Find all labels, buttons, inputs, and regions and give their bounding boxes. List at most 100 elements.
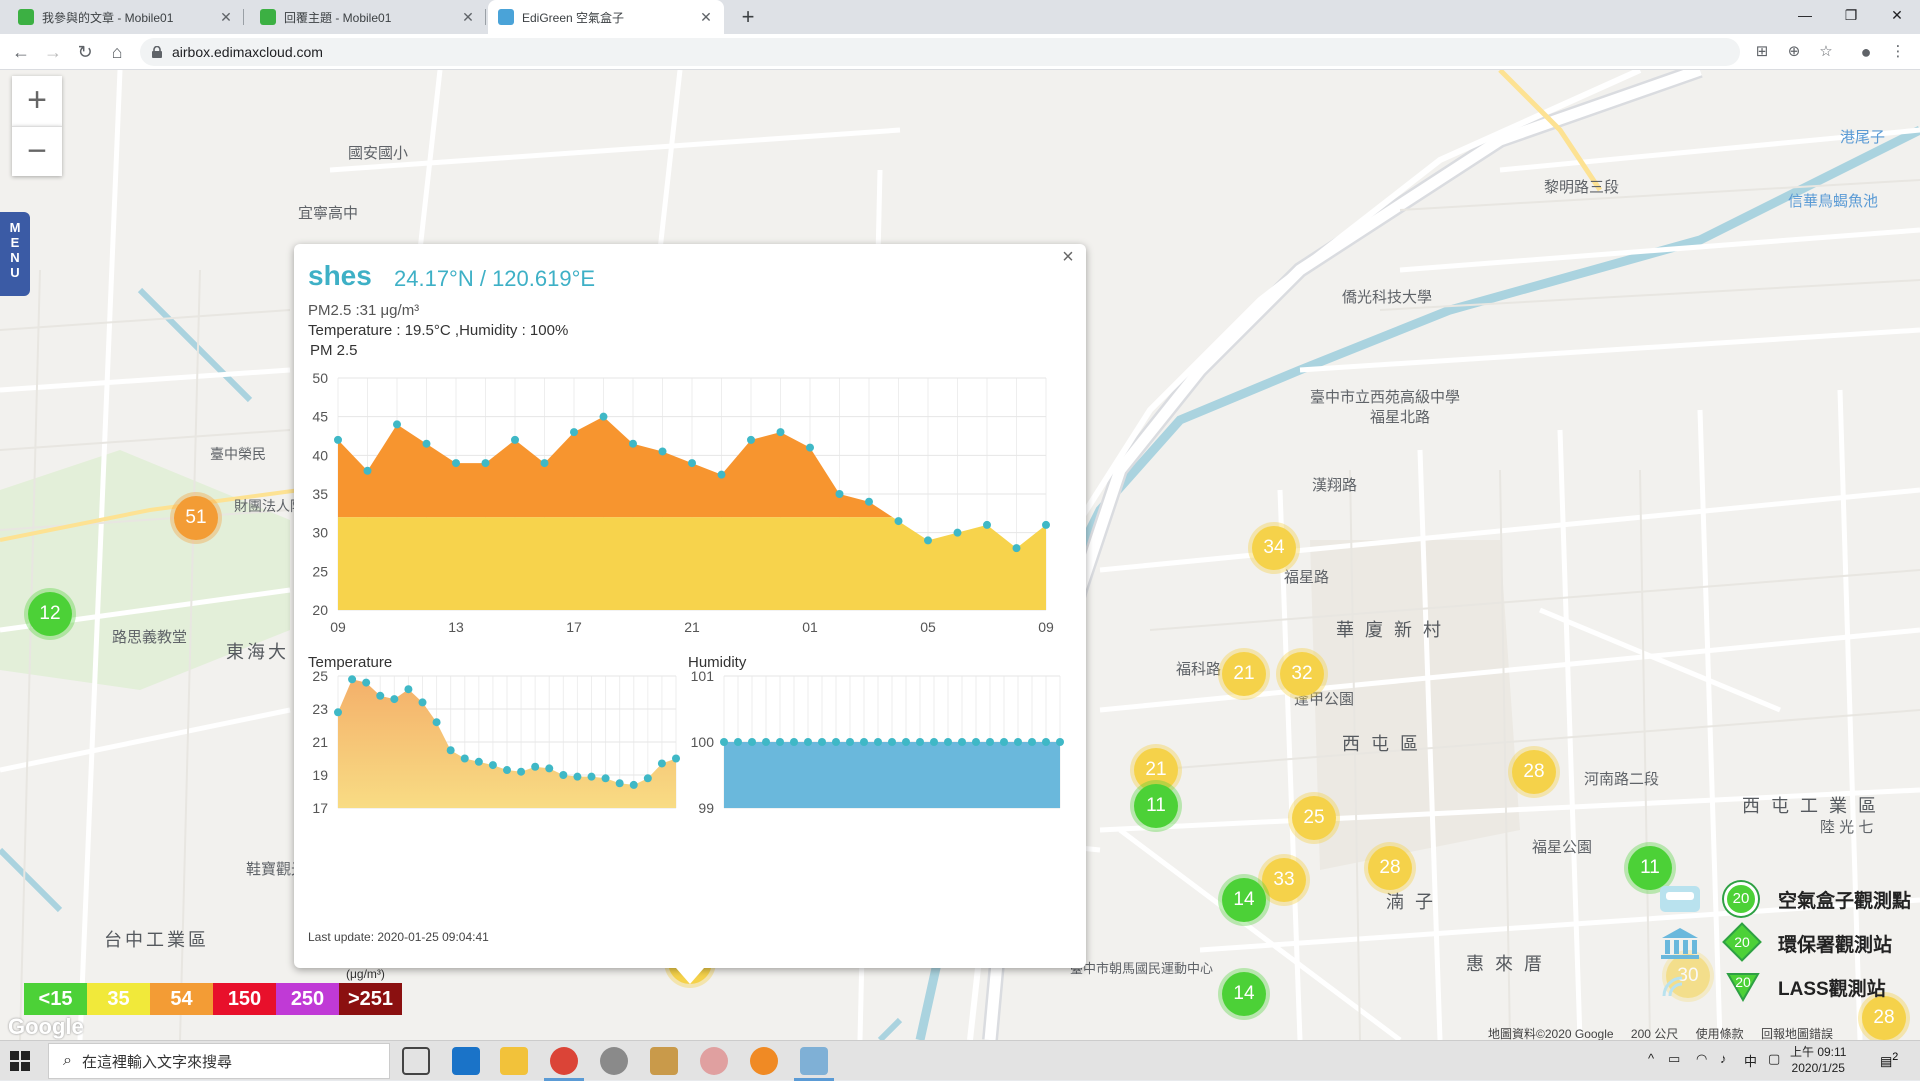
input-mode-icon[interactable]: ▢ — [1768, 1051, 1780, 1067]
chrome-icon[interactable] — [544, 1047, 584, 1081]
new-tab-button[interactable]: + — [735, 4, 761, 30]
x-tick-label: 09 — [330, 619, 346, 635]
y-tick-label: 35 — [312, 486, 328, 502]
forward-button[interactable]: → — [40, 39, 66, 65]
data-point — [1012, 544, 1021, 553]
legend-value: 20 — [1734, 934, 1750, 950]
map-label: 福星路 — [1284, 569, 1330, 586]
app-icon-3[interactable] — [700, 1047, 728, 1075]
menu-button[interactable]: MENU — [0, 212, 30, 296]
station-marker[interactable]: 28 — [1512, 750, 1556, 794]
mobile01-favicon-icon — [18, 9, 34, 25]
tab-mobile01-articles[interactable]: 我參與的文章 - Mobile01 ✕ — [8, 0, 244, 34]
station-marker[interactable]: 28 — [1368, 846, 1412, 890]
data-point — [432, 718, 441, 727]
map-label: 惠 來 厝 — [1466, 954, 1546, 974]
close-window-button[interactable]: ✕ — [1874, 0, 1920, 30]
app-icon-4[interactable] — [794, 1047, 834, 1081]
notification-count: 2 — [1892, 1051, 1899, 1063]
task-view-icon[interactable] — [402, 1047, 430, 1075]
station-marker[interactable]: 14 — [1222, 878, 1266, 922]
battery-icon[interactable]: ▭ — [1668, 1051, 1680, 1067]
station-marker[interactable]: 51 — [174, 496, 218, 540]
data-point — [776, 428, 785, 437]
map-label: 陸 光 七 — [1820, 819, 1874, 836]
data-point — [832, 738, 840, 746]
zoom-out-button[interactable]: − — [12, 126, 62, 176]
data-point — [657, 759, 666, 768]
close-tab-icon[interactable]: ✕ — [218, 9, 234, 26]
station-marker[interactable]: 33 — [1262, 858, 1306, 902]
taskbar-search-box[interactable]: ⌕ 在這裡輸入文字來搜尋 — [48, 1043, 390, 1079]
tab-title: 回覆主題 - Mobile01 — [284, 10, 392, 25]
data-point — [363, 466, 372, 475]
url-text: airbox.edimaxcloud.com — [172, 44, 323, 60]
map-terms-link[interactable]: 使用條款 — [1696, 1027, 1744, 1040]
map-label: 東海大 — [226, 642, 289, 662]
charts-canvas: 5045403530252009 13 17 21 01 05 09252321191710… — [312, 370, 1064, 816]
data-point — [545, 764, 554, 773]
legend-lass: 20 LASS觀測站 — [1658, 966, 1920, 1010]
station-marker[interactable]: 14 — [1222, 972, 1266, 1016]
app-icon-2[interactable] — [650, 1047, 678, 1075]
zoom-icon[interactable]: ⊕ — [1784, 42, 1804, 62]
tab-title: 我參與的文章 - Mobile01 — [42, 10, 174, 25]
data-point — [720, 738, 728, 746]
notifications-icon[interactable]: ▤2 — [1880, 1051, 1898, 1069]
system-clock[interactable]: 上午 09:11 2020/1/25 — [1790, 1044, 1846, 1076]
map-data-credit: 地圖資料©2020 Google — [1488, 1027, 1614, 1040]
station-marker[interactable]: 21 — [1222, 652, 1266, 696]
search-icon: ⌕ — [63, 1052, 72, 1069]
blender-icon[interactable] — [750, 1047, 778, 1075]
map-report-link[interactable]: 回報地圖錯誤 — [1761, 1027, 1833, 1040]
data-point — [629, 439, 637, 448]
data-point — [902, 738, 910, 746]
map-label: 河南路二段 — [1584, 771, 1660, 788]
profile-icon[interactable]: ● — [1856, 42, 1876, 62]
windows-start-icon[interactable] — [10, 1051, 30, 1071]
edge-browser-icon[interactable] — [452, 1047, 480, 1075]
station-marker[interactable]: 12 — [28, 592, 72, 636]
wifi-icon[interactable]: ◠ — [1696, 1051, 1707, 1067]
map-scale: 200 公尺 — [1630, 1027, 1679, 1040]
legend-label: LASS觀測站 — [1778, 979, 1886, 1000]
translate-icon[interactable]: ⊞ — [1752, 42, 1772, 62]
y-tick-label: 50 — [312, 370, 328, 386]
tab-strip: 我參與的文章 - Mobile01 ✕ 回覆主題 - Mobile01 ✕ Ed… — [0, 0, 1920, 34]
windows-taskbar: ⌕ 在這裡輸入文字來搜尋 ^ ▭ ◠ ♪ 中 ▢ 上午 09:11 2020/1… — [0, 1040, 1920, 1081]
tab-mobile01-reply[interactable]: 回覆主題 - Mobile01 ✕ — [250, 0, 486, 34]
minimize-button[interactable]: — — [1782, 0, 1828, 30]
reload-button[interactable]: ↻ — [72, 39, 98, 65]
station-marker[interactable]: 34 — [1252, 526, 1296, 570]
aqi-level: 250 — [276, 983, 339, 1015]
file-explorer-icon[interactable] — [500, 1047, 528, 1075]
ime-indicator[interactable]: 中 — [1744, 1051, 1757, 1070]
data-point — [1042, 520, 1050, 529]
map-label: 湳 子 — [1386, 892, 1437, 912]
more-menu-icon[interactable]: ⋮ — [1888, 42, 1908, 62]
y-tick-label: 100 — [691, 734, 715, 750]
address-bar[interactable]: airbox.edimaxcloud.com — [140, 38, 1740, 66]
data-point — [540, 459, 549, 468]
data-point — [362, 678, 371, 687]
volume-icon[interactable]: ♪ — [1720, 1051, 1727, 1066]
back-button[interactable]: ← — [8, 39, 34, 65]
zoom-in-button[interactable]: + — [12, 76, 62, 126]
close-tab-icon[interactable]: ✕ — [460, 9, 476, 26]
map-canvas[interactable]: 國安國小 宜寧高中 東海大 路思義教堂 台中工業區 鞋寶觀光工廠 僑光科技大學 … — [0, 70, 1920, 1040]
app-icon-1[interactable] — [600, 1047, 628, 1075]
home-button[interactable]: ⌂ — [104, 39, 130, 65]
show-hidden-icons-icon[interactable]: ^ — [1648, 1051, 1654, 1066]
restore-button[interactable]: ❐ — [1828, 0, 1874, 30]
station-marker[interactable]: 25 — [1292, 796, 1336, 840]
tab-edigreen-airbox[interactable]: EdiGreen 空氣盒子 ✕ — [488, 0, 724, 34]
bookmark-star-icon[interactable]: ☆ — [1816, 42, 1836, 62]
map-label: 西 屯 工 業 區 — [1742, 796, 1880, 816]
data-point — [334, 708, 342, 717]
data-point — [531, 762, 540, 771]
close-tab-icon[interactable]: ✕ — [698, 9, 714, 26]
data-point — [688, 459, 696, 468]
data-point — [404, 685, 413, 694]
station-marker[interactable]: 11 — [1134, 784, 1178, 828]
station-marker[interactable]: 32 — [1280, 652, 1324, 696]
